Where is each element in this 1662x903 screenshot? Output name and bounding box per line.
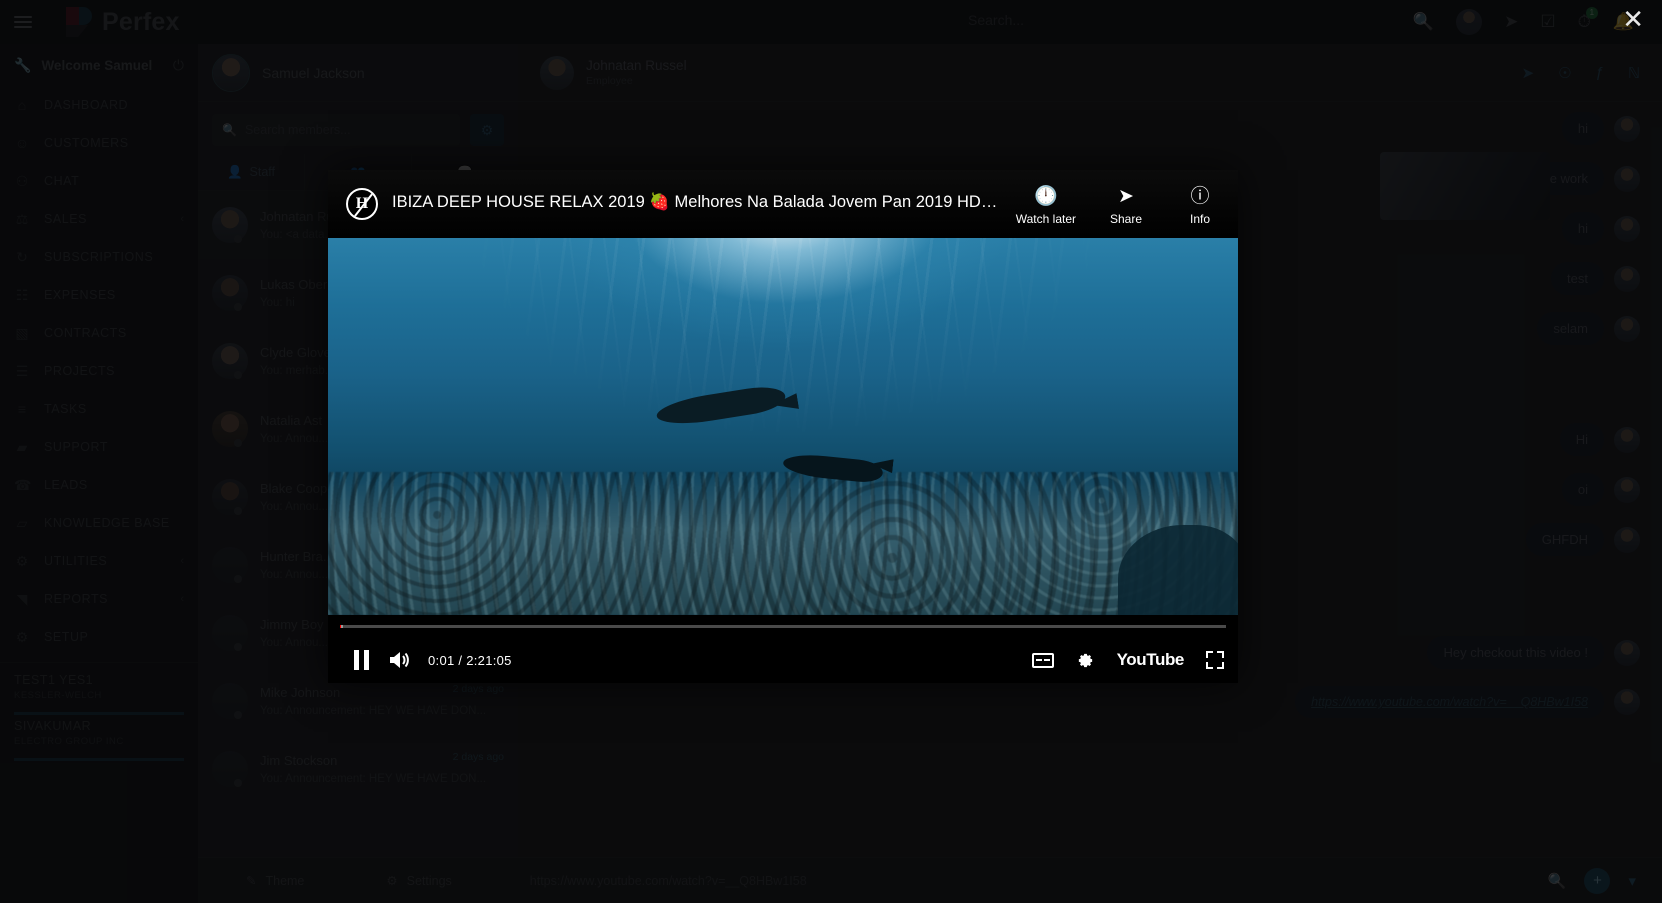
seabed (328, 471, 1238, 615)
fullscreen-icon[interactable] (1206, 651, 1224, 669)
control-row: 0:01 / 2:21:05 YouTube (328, 637, 1238, 683)
info-icon: ⓘ (1190, 186, 1210, 207)
info-button[interactable]: ⓘ Info (1176, 186, 1224, 227)
youtube-player: H IBIZA DEEP HOUSE RELAX 2019 🍓 Melhores… (328, 170, 1238, 683)
player-top-bar: H IBIZA DEEP HOUSE RELAX 2019 🍓 Melhores… (328, 170, 1238, 238)
close-icon[interactable]: ✕ (1622, 6, 1644, 32)
video-viewport[interactable] (328, 238, 1238, 615)
watch-later-button[interactable]: 🕛 Watch later (1015, 186, 1076, 227)
clock-icon: 🕛 (1034, 186, 1058, 207)
video-title[interactable]: IBIZA DEEP HOUSE RELAX 2019 🍓 Melhores N… (392, 191, 1002, 213)
diver-upper (654, 382, 786, 429)
channel-avatar-icon[interactable]: H (346, 188, 378, 220)
youtube-logo[interactable]: YouTube (1117, 650, 1185, 670)
app-window: Perfex Search... 🔍 ➤ ☑ ⏱ 1 🔔 🔧 Welcome S… (0, 0, 1662, 903)
player-actions: 🕛 Watch later ➤ Share ⓘ Info (1015, 186, 1224, 227)
share-arrow-icon: ➤ (1118, 186, 1134, 207)
share-button[interactable]: ➤ Share (1102, 186, 1150, 227)
player-controls-bar: 0:01 / 2:21:05 YouTube (328, 615, 1238, 683)
info-label: Info (1189, 212, 1210, 226)
watch-later-label: Watch later (1015, 212, 1076, 226)
gear-icon[interactable] (1076, 651, 1095, 670)
time-display: 0:01 / 2:21:05 (428, 652, 512, 668)
diver-lower (782, 451, 883, 484)
share-label: Share (1109, 212, 1143, 226)
volume-icon[interactable] (380, 645, 418, 675)
progress-bar[interactable] (340, 625, 1226, 628)
closed-captions-icon[interactable] (1031, 652, 1054, 668)
progress-played (340, 625, 342, 628)
pause-icon[interactable] (342, 645, 380, 675)
right-controls: YouTube (1031, 650, 1224, 670)
